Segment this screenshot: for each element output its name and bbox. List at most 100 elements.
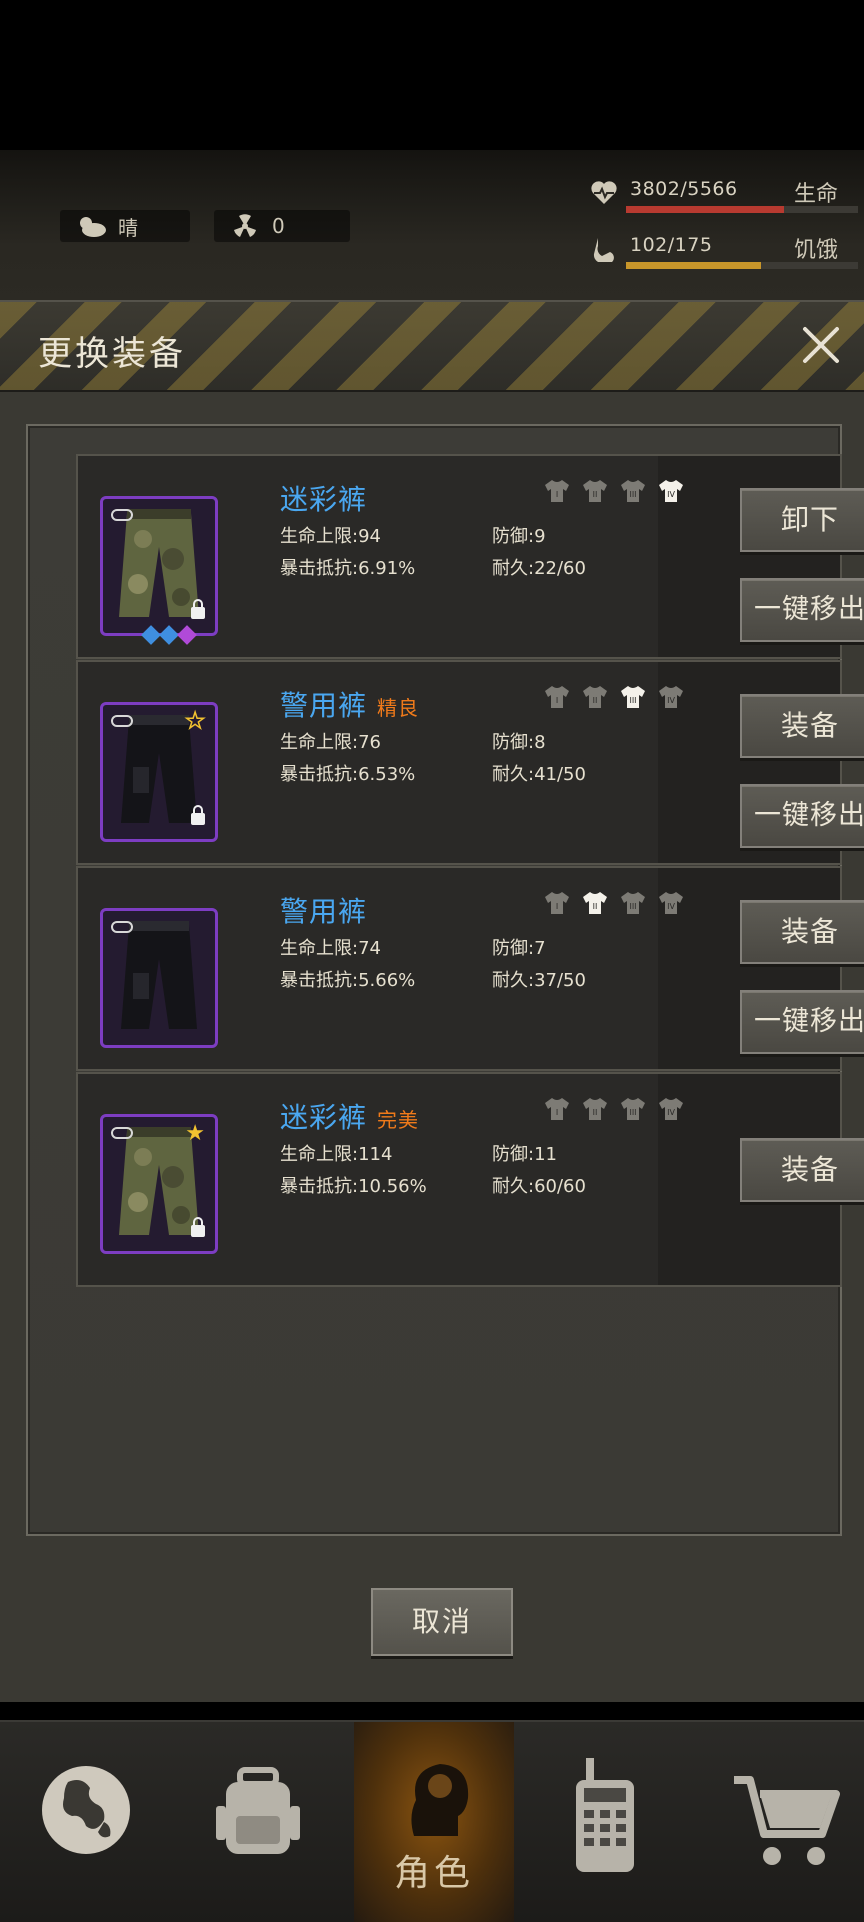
shopping-cart-icon <box>734 1776 840 1865</box>
item-name: 警用裤 精良 <box>280 684 419 724</box>
item-name: 迷彩裤 <box>280 478 377 518</box>
item-durability: 耐久:60/60 <box>492 1176 586 1197</box>
health-stat: 3802/5566 生命 <box>582 176 864 214</box>
item-thumbnail[interactable]: ★ <box>100 702 218 842</box>
shirt-tier-icon: IV <box>658 1096 684 1122</box>
close-icon[interactable] <box>796 320 846 370</box>
character-head-icon <box>411 1764 469 1836</box>
remove-all-button[interactable]: 一键移出 <box>740 784 864 848</box>
lock-icon <box>191 1217 205 1237</box>
svg-text:III: III <box>629 696 636 705</box>
radiation-indicator: 0 <box>214 210 350 242</box>
nav-shop[interactable] <box>692 1722 864 1922</box>
svg-text:I: I <box>556 1108 558 1117</box>
item-name: 警用裤 <box>280 890 377 930</box>
weather-indicator: 晴 <box>60 210 190 242</box>
shirt-tier-icon: IV <box>658 890 684 916</box>
item-crit-resist: 暴击抵抗:10.56% <box>280 1176 427 1197</box>
item-defense: 防御:11 <box>492 1144 557 1165</box>
cancel-button[interactable]: 取消 <box>371 1588 513 1656</box>
svg-text:I: I <box>556 902 558 911</box>
shirt-tier-icon: I <box>544 478 570 504</box>
item-hp-max: 生命上限:94 <box>280 526 381 547</box>
shirt-tier-icon: II <box>582 1096 608 1122</box>
equipment-item[interactable]: ★ 迷彩裤 完美 生命上限:114 暴击抵抗:10.56% 防御:11 耐久:60… <box>76 1072 864 1287</box>
item-crit-resist: 暴击抵抗:5.66% <box>280 970 416 991</box>
quality-slots: I II III IV <box>544 684 684 710</box>
equipment-item[interactable]: ★ 警用裤 精良 生命上限:76 暴击抵抗:6.53% 防御:8 耐久:41/50… <box>76 660 864 865</box>
remove-all-button[interactable]: 一键移出 <box>740 578 864 642</box>
item-durability: 耐久:37/50 <box>492 970 586 991</box>
svg-text:II: II <box>593 1108 598 1117</box>
shirt-tier-icon: IV <box>658 478 684 504</box>
item-name-text: 迷彩裤 <box>280 483 368 516</box>
radiation-value: 0 <box>272 214 285 238</box>
health-value: 3802/5566 <box>630 178 738 200</box>
link-icon <box>111 509 133 521</box>
svg-text:IV: IV <box>667 1108 675 1117</box>
svg-text:II: II <box>593 490 598 499</box>
link-icon <box>111 921 133 933</box>
change-equipment-dialog: 更换装备 迷彩裤 生命上限:94 暴击抵抗:6.91% 防御:9 耐久:22/6… <box>0 300 864 1702</box>
cloud-sun-icon <box>74 213 108 239</box>
remove-all-button[interactable]: 一键移出 <box>740 990 864 1054</box>
globe-icon <box>42 1766 130 1854</box>
svg-text:II: II <box>593 902 598 911</box>
link-icon <box>111 715 133 727</box>
item-crit-resist: 暴击抵抗:6.91% <box>280 558 416 579</box>
gem-icon <box>177 625 197 645</box>
item-hp-max: 生命上限:74 <box>280 938 381 959</box>
item-thumbnail[interactable] <box>100 496 218 636</box>
shirt-tier-icon: I <box>544 1096 570 1122</box>
item-name-text: 警用裤 <box>280 895 368 928</box>
equipment-item[interactable]: 迷彩裤 生命上限:94 暴击抵抗:6.91% 防御:9 耐久:22/60 I II… <box>76 454 864 659</box>
equip-button[interactable]: 装备 <box>740 694 864 758</box>
lock-icon <box>191 599 205 619</box>
shirt-tier-icon: III <box>620 1096 646 1122</box>
dialog-header: 更换装备 <box>0 302 864 392</box>
unequip-button[interactable]: 卸下 <box>740 488 864 552</box>
shirt-tier-icon: I <box>544 890 570 916</box>
svg-text:I: I <box>556 696 558 705</box>
nav-map[interactable] <box>0 1722 172 1922</box>
dialog-title: 更换装备 <box>38 334 186 374</box>
item-thumbnail[interactable] <box>100 908 218 1048</box>
star-outline-icon: ★ <box>185 709 206 734</box>
item-name: 迷彩裤 完美 <box>280 1096 419 1136</box>
item-hp-max: 生命上限:76 <box>280 732 381 753</box>
shirt-tier-icon: III <box>620 890 646 916</box>
lock-icon <box>191 805 205 825</box>
equip-button[interactable]: 装备 <box>740 900 864 964</box>
gem-sockets <box>141 625 197 645</box>
item-thumbnail[interactable]: ★ <box>100 1114 218 1254</box>
quality-slots: I II III IV <box>544 1096 684 1122</box>
status-hud: 晴 0 3802/5566 生命 102/175 饥饿 <box>0 150 864 448</box>
nav-character[interactable]: 角色 <box>354 1722 514 1922</box>
item-quality: 完美 <box>377 1108 420 1132</box>
item-durability: 耐久:22/60 <box>492 558 586 579</box>
hunger-stat: 102/175 饥饿 <box>582 232 864 270</box>
hunger-label: 饥饿 <box>794 238 839 263</box>
equip-button[interactable]: 装备 <box>740 1138 864 1202</box>
equipment-list[interactable]: 迷彩裤 生命上限:94 暴击抵抗:6.91% 防御:9 耐久:22/60 I II… <box>26 424 864 1536</box>
equipment-item[interactable]: 警用裤 生命上限:74 暴击抵抗:5.66% 防御:7 耐久:37/50 I II… <box>76 866 864 1071</box>
radiation-icon <box>228 213 262 239</box>
svg-text:I: I <box>556 490 558 499</box>
shirt-tier-icon: III <box>620 684 646 710</box>
shirt-tier-icon: II <box>582 684 608 710</box>
bottom-nav: 角色 <box>0 1720 864 1922</box>
item-crit-resist: 暴击抵抗:6.53% <box>280 764 416 785</box>
weather-text: 晴 <box>118 215 138 240</box>
link-icon <box>111 1127 133 1139</box>
nav-radio[interactable] <box>520 1722 692 1922</box>
shirt-tier-icon: II <box>582 890 608 916</box>
star-filled-icon: ★ <box>185 1121 205 1146</box>
nav-backpack[interactable] <box>172 1722 344 1922</box>
item-quality: 精良 <box>377 696 420 720</box>
gem-icon <box>159 625 179 645</box>
item-durability: 耐久:41/50 <box>492 764 586 785</box>
shirt-tier-icon: II <box>582 478 608 504</box>
item-defense: 防御:9 <box>492 526 546 547</box>
nav-character-label: 角色 <box>393 1853 474 1894</box>
svg-text:III: III <box>629 490 636 499</box>
